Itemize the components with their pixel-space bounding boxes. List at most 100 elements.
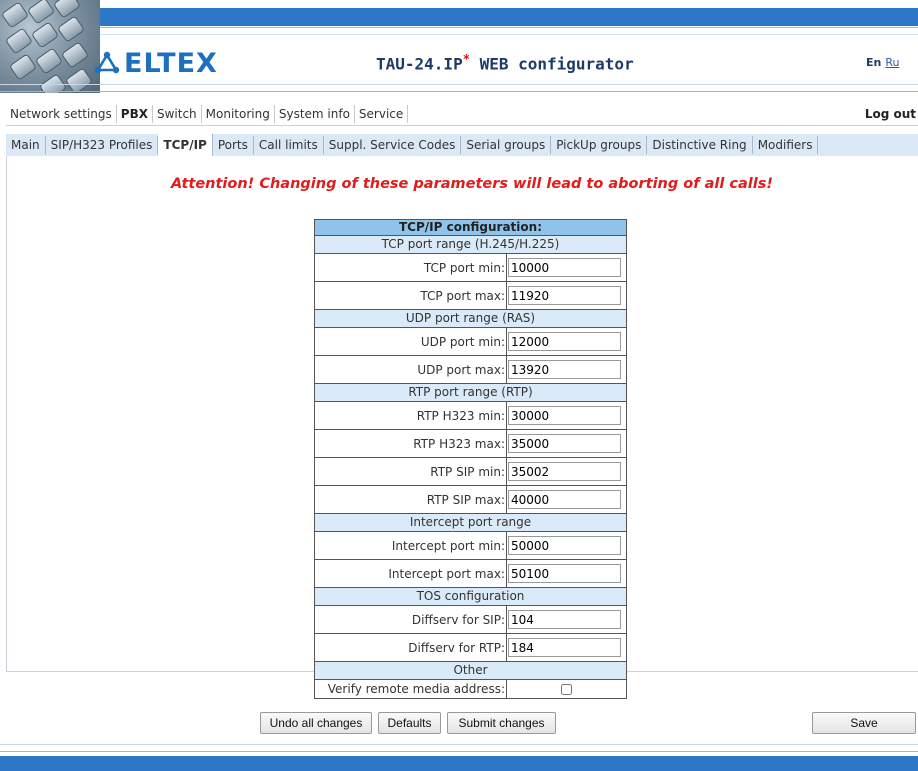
config-row: Diffserv for RTP: <box>314 633 627 662</box>
field-cell <box>506 457 627 486</box>
tab-modifiers[interactable]: Modifiers <box>753 136 819 154</box>
config-row: Intercept port min: <box>314 531 627 560</box>
config-row: TCP port min: <box>314 253 627 282</box>
config-row: UDP port min: <box>314 327 627 356</box>
field-label: TCP port min: <box>314 253 507 282</box>
config-row: RTP SIP max: <box>314 485 627 514</box>
menu-network-settings[interactable]: Network settings <box>6 105 117 123</box>
footer-band <box>0 756 918 771</box>
header-top-band <box>0 8 918 26</box>
tcp-port-min-input[interactable] <box>508 258 621 277</box>
field-cell <box>506 485 627 514</box>
config-row: TCP port max: <box>314 281 627 310</box>
main-menu: Network settings PBX Switch Monitoring S… <box>6 103 918 126</box>
field-cell <box>506 281 627 310</box>
diffserv-rtp-input[interactable] <box>508 638 621 657</box>
field-label: Diffserv for RTP: <box>314 633 507 662</box>
tcp-ip-config-table: TCP/IP configuration: TCP port range (H.… <box>314 219 627 699</box>
header-top-lines <box>0 27 918 35</box>
menu-pbx[interactable]: PBX <box>117 105 153 123</box>
field-label: Diffserv for SIP: <box>314 605 507 634</box>
warning-message: Attention! Changing of these parameters … <box>171 176 773 192</box>
tab-distinctive-ring[interactable]: Distinctive Ring <box>647 136 753 154</box>
sub-menu: Main SIP/H323 Profiles TCP/IP Ports Call… <box>6 134 918 156</box>
intercept-port-min-input[interactable] <box>508 536 621 555</box>
config-row: UDP port max: <box>314 355 627 384</box>
submit-changes-button[interactable]: Submit changes <box>447 712 556 734</box>
app-title: TAU-24.IP* WEB configurator <box>376 52 634 73</box>
config-row: Diffserv for SIP: <box>314 605 627 634</box>
tab-tcp-ip[interactable]: TCP/IP <box>158 134 213 156</box>
menu-service[interactable]: Service <box>355 105 409 123</box>
app-title-mark: * <box>462 52 470 66</box>
udp-port-max-input[interactable] <box>508 360 621 379</box>
field-label: Intercept port min: <box>314 531 507 560</box>
tab-call-limits[interactable]: Call limits <box>254 136 324 154</box>
field-label: RTP SIP min: <box>314 457 507 486</box>
tcp-port-max-input[interactable] <box>508 286 621 305</box>
keypad-photo <box>0 0 100 93</box>
field-cell <box>506 605 627 634</box>
intercept-port-max-input[interactable] <box>508 564 621 583</box>
lang-en[interactable]: En <box>866 56 881 69</box>
config-row: RTP SIP min: <box>314 457 627 486</box>
field-label: RTP H323 min: <box>314 401 507 430</box>
footer-lines <box>0 744 918 752</box>
section-header: Other <box>314 661 627 680</box>
diffserv-sip-input[interactable] <box>508 610 621 629</box>
undo-all-changes-button[interactable]: Undo all changes <box>260 712 372 734</box>
eltex-logo: ELTEX <box>94 47 218 79</box>
menu-monitoring[interactable]: Monitoring <box>202 105 275 123</box>
rtp-h323-min-input[interactable] <box>508 406 621 425</box>
field-cell <box>506 633 627 662</box>
section-header: TOS configuration <box>314 587 627 606</box>
field-label: UDP port max: <box>314 355 507 384</box>
rtp-h323-max-input[interactable] <box>508 434 621 453</box>
config-row: RTP H323 max: <box>314 429 627 458</box>
config-title: TCP/IP configuration: <box>314 219 627 236</box>
lang-ru-link[interactable]: Ru <box>885 56 899 69</box>
rtp-sip-min-input[interactable] <box>508 462 621 481</box>
rtp-sip-max-input[interactable] <box>508 490 621 509</box>
tab-sip-h323-profiles[interactable]: SIP/H323 Profiles <box>46 136 159 154</box>
field-cell <box>506 429 627 458</box>
field-label: RTP SIP max: <box>314 485 507 514</box>
field-cell <box>506 559 627 588</box>
logo-mark-icon <box>94 51 120 74</box>
logout-link[interactable]: Log out <box>865 103 916 125</box>
field-cell <box>506 679 627 699</box>
logo-text: ELTEX <box>124 47 218 79</box>
field-label: UDP port min: <box>314 327 507 356</box>
save-button[interactable]: Save <box>812 712 916 734</box>
section-header: RTP port range (RTP) <box>314 383 627 402</box>
udp-port-min-input[interactable] <box>508 332 621 351</box>
field-cell <box>506 531 627 560</box>
config-row: Verify remote media address: <box>314 679 627 699</box>
field-label: RTP H323 max: <box>314 429 507 458</box>
config-row: RTP H323 min: <box>314 401 627 430</box>
field-label: Intercept port max: <box>314 559 507 588</box>
menu-system-info[interactable]: System info <box>275 105 355 123</box>
field-cell <box>506 253 627 282</box>
field-cell <box>506 355 627 384</box>
tab-main[interactable]: Main <box>6 136 46 154</box>
field-label: TCP port max: <box>314 281 507 310</box>
tab-suppl-service-codes[interactable]: Suppl. Service Codes <box>324 136 462 154</box>
field-label: Verify remote media address: <box>314 679 507 699</box>
config-row: Intercept port max: <box>314 559 627 588</box>
verify-remote-media-checkbox[interactable] <box>561 684 572 695</box>
menu-switch[interactable]: Switch <box>153 105 202 123</box>
app-title-name: TAU-24.IP <box>376 54 463 74</box>
field-cell <box>506 327 627 356</box>
header: ELTEX TAU-24.IP* WEB configurator En Ru <box>0 0 918 93</box>
section-header: Intercept port range <box>314 513 627 532</box>
header-bottom-lines <box>0 84 918 92</box>
tab-serial-groups[interactable]: Serial groups <box>461 136 552 154</box>
field-cell <box>506 401 627 430</box>
app-title-suffix: WEB configurator <box>469 54 634 74</box>
defaults-button[interactable]: Defaults <box>378 712 441 734</box>
section-header: TCP port range (H.245/H.225) <box>314 235 627 254</box>
tab-ports[interactable]: Ports <box>213 136 254 154</box>
language-switch: En Ru <box>866 56 899 69</box>
tab-pickup-groups[interactable]: PickUp groups <box>551 136 648 154</box>
